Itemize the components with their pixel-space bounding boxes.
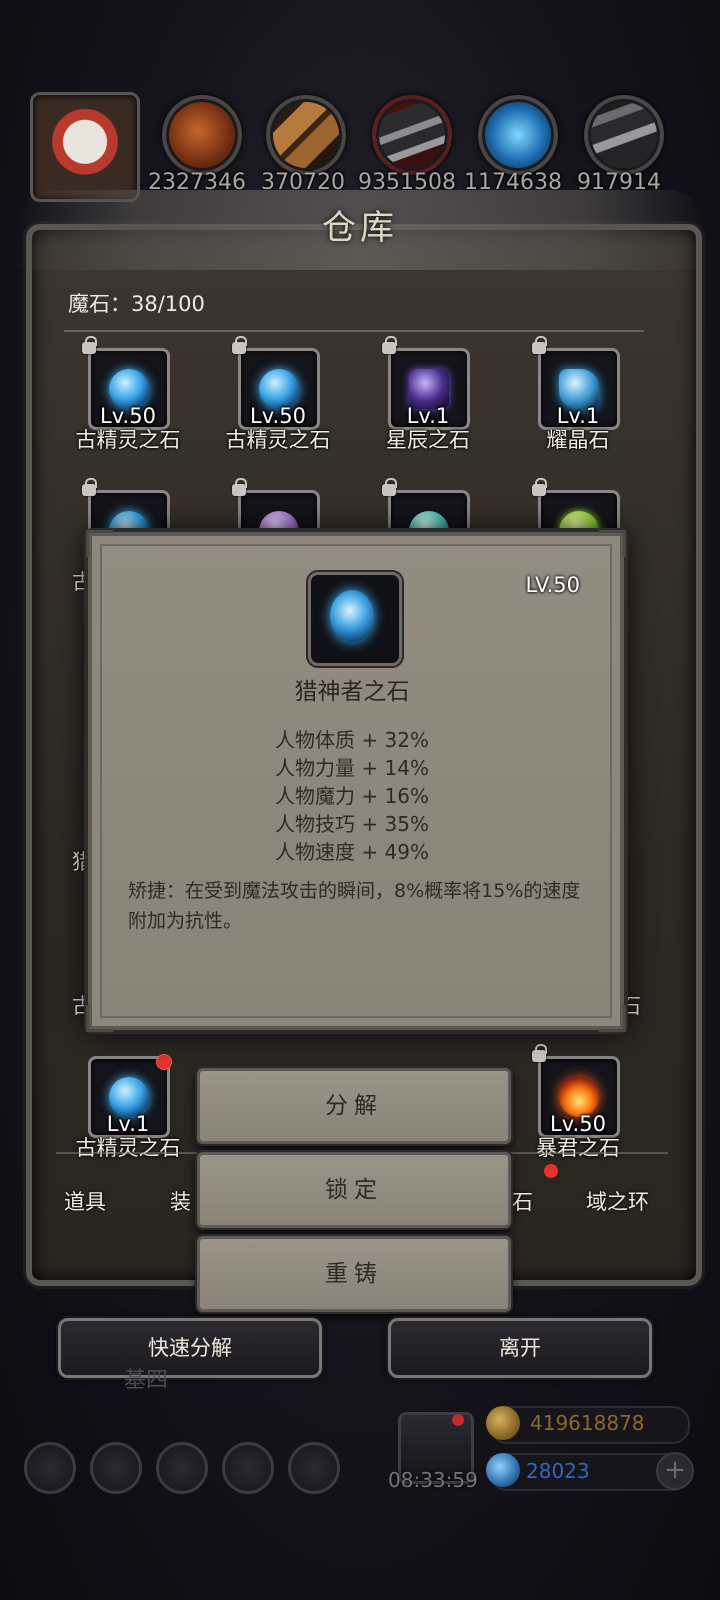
gem-value: 28023 <box>526 1459 590 1483</box>
decompose-button[interactable]: 分解 <box>197 1068 511 1144</box>
item-name: 猎神者之石 <box>294 679 410 705</box>
lock-icon <box>82 478 97 496</box>
blue-orb-gem-icon <box>109 1077 149 1117</box>
stat-line: 人物技巧 + 35% <box>275 812 429 836</box>
popup-corner <box>86 530 113 557</box>
ore-orb-icon <box>162 95 242 175</box>
gold-coin-icon <box>486 1406 520 1440</box>
diamond-icon <box>486 1453 520 1487</box>
slot-name: 古精灵之石 <box>75 428 181 452</box>
leave-button[interactable]: 离开 <box>388 1318 652 1378</box>
blue-orb-gem-icon <box>109 369 149 409</box>
grid-slot[interactable]: Lv.1 星辰之石 <box>352 336 504 468</box>
lock-icon <box>532 1044 547 1062</box>
iron-ingot-icon <box>372 95 452 175</box>
lock-button[interactable]: 锁定 <box>197 1152 511 1228</box>
background-label: 基四 <box>124 1368 169 1393</box>
gift-badge-dot <box>452 1414 464 1426</box>
guild-icon[interactable] <box>156 1442 208 1494</box>
wood-planks-icon <box>266 95 346 175</box>
tab-domain-ring[interactable]: 域之环 <box>586 1186 649 1216</box>
stat-line: 人物速度 + 49% <box>275 840 429 864</box>
panel-title: 仓库 <box>322 208 398 248</box>
tab-badge-dot <box>544 1164 558 1178</box>
player-avatar[interactable] <box>30 92 140 202</box>
blue-crystal-gem-icon <box>559 369 599 409</box>
quick-decompose-button[interactable]: 快速分解 <box>58 1318 322 1378</box>
grid-slot[interactable]: Lv.1 耀晶石 <box>502 336 654 468</box>
popup-corner <box>599 530 626 557</box>
tab-items[interactable]: 道具 <box>64 1186 106 1216</box>
lock-icon <box>82 336 97 354</box>
grid-slot[interactable]: Lv.50 古精灵之石 <box>202 336 354 468</box>
grid-slot[interactable]: Lv.1 古精灵之石 <box>52 1054 204 1176</box>
tab-magic-stone[interactable]: 石 <box>512 1186 533 1216</box>
blue-orb-gem-icon <box>259 369 299 409</box>
capacity-label: 魔石：38/100 <box>68 292 205 316</box>
tab-equipment[interactable]: 装 <box>170 1186 191 1216</box>
purple-star-gem-icon <box>409 369 449 409</box>
add-currency-button[interactable]: + <box>656 1452 694 1490</box>
slot-name: 古精灵之石 <box>75 1136 181 1160</box>
divider <box>64 330 644 332</box>
lock-icon <box>382 478 397 496</box>
lock-icon <box>232 478 247 496</box>
stat-line: 人物力量 + 14% <box>275 756 429 780</box>
hunter-stone-gem-icon <box>330 590 374 642</box>
settings-icon[interactable] <box>24 1442 76 1494</box>
slot-name: 暴君之石 <box>536 1136 620 1160</box>
new-badge-dot <box>156 1054 172 1070</box>
popup-corner <box>599 1005 626 1032</box>
slot-name: 古精灵之石 <box>225 428 331 452</box>
grid-slot[interactable]: Lv.50 古精灵之石 <box>52 336 204 468</box>
stat-line: 人物魔力 + 16% <box>275 784 429 808</box>
slot-name: 星辰之石 <box>386 428 470 452</box>
lock-icon <box>232 336 247 354</box>
lock-icon <box>532 478 547 496</box>
mail-icon[interactable] <box>222 1442 274 1494</box>
lock-icon <box>532 336 547 354</box>
item-level: LV.50 <box>525 573 580 597</box>
menu-icon[interactable] <box>90 1442 142 1494</box>
gold-value: 419618878 <box>530 1411 645 1435</box>
gift-timer: 08:33:59 <box>388 1468 478 1492</box>
rank-icon[interactable] <box>288 1442 340 1494</box>
steel-ingot-icon <box>584 95 664 175</box>
reforge-button[interactable]: 重铸 <box>197 1236 511 1312</box>
grid-slot[interactable]: Lv.50 暴君之石 <box>502 1044 654 1176</box>
popup-corner <box>86 1005 113 1032</box>
item-effect-description: 矫捷：在受到魔法攻击的瞬间，8%概率将15%的速度附加为抗性。 <box>128 880 581 932</box>
lock-icon <box>382 336 397 354</box>
fire-gem-icon <box>559 1077 599 1117</box>
stat-line: 人物体质 + 32% <box>275 728 429 752</box>
blue-crystal-icon <box>478 95 558 175</box>
slot-name: 耀晶石 <box>546 428 610 452</box>
